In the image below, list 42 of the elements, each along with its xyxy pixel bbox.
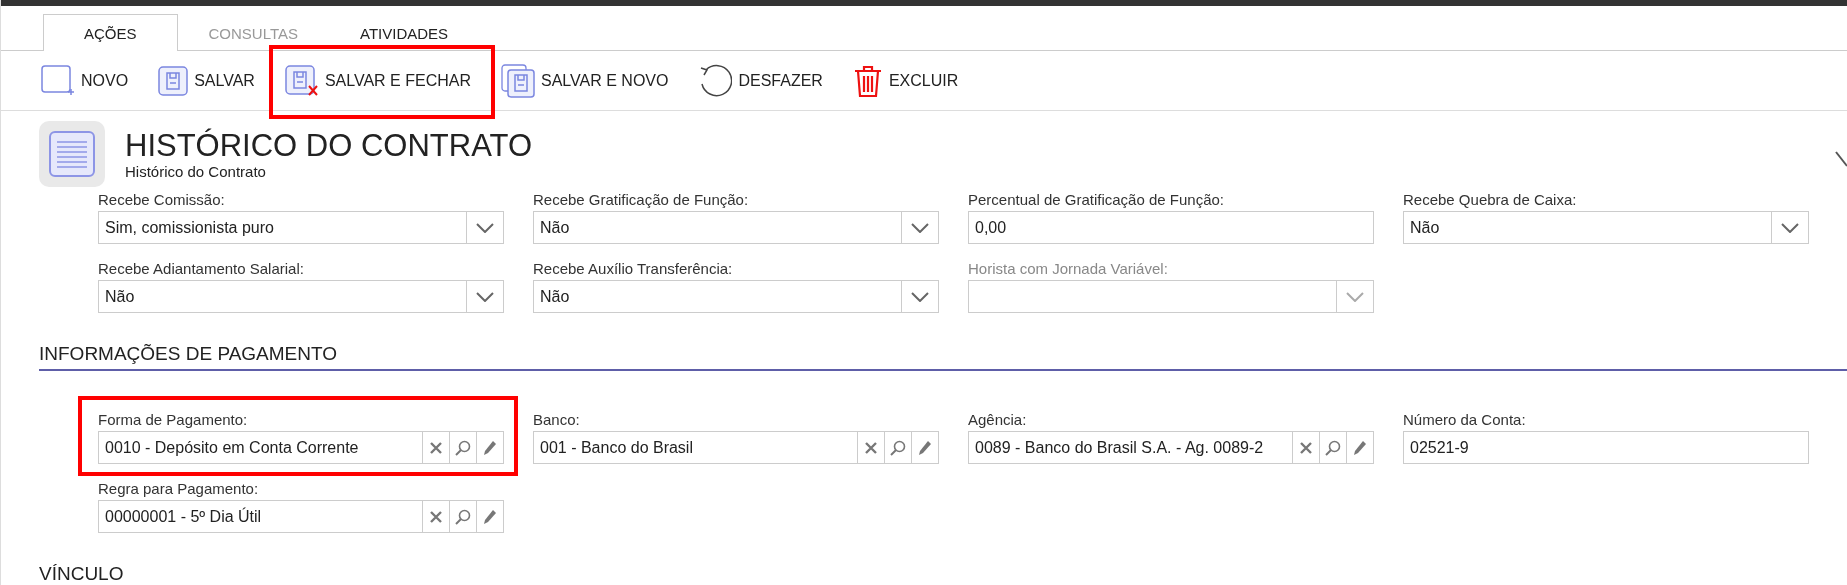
page-title: HISTÓRICO DO CONTRATO <box>125 128 533 163</box>
section-title: INFORMAÇÕES DE PAGAMENTO <box>39 343 1847 371</box>
toolbar-button[interactable]: DESFAZER <box>698 59 835 102</box>
input-field[interactable]: Não <box>98 280 504 313</box>
input-field[interactable]: Não <box>533 211 939 244</box>
field-label: Recebe Quebra de Caixa: <box>1403 191 1578 208</box>
field-label: Recebe Comissão: <box>98 191 226 208</box>
tab[interactable]: AÇÕES <box>43 14 178 51</box>
new-document-icon <box>41 64 75 97</box>
field-label: Agência: <box>968 411 1028 428</box>
undo-arrow-icon <box>698 63 733 98</box>
floppy-disk-cross-icon <box>284 64 319 97</box>
toolbar-button[interactable]: EXCLUIR <box>852 59 971 102</box>
field-label: Recebe Adiantamento Salarial: <box>98 260 305 277</box>
trash-can-icon <box>852 63 883 98</box>
input-field[interactable]: Não <box>1403 211 1809 244</box>
field-label: Recebe Gratificação de Função: <box>533 191 750 208</box>
input-field[interactable]: 001 - Banco do Brasil <box>533 431 939 464</box>
input-field[interactable]: 0,00 <box>968 211 1374 244</box>
field-label: Banco: <box>533 411 581 428</box>
toolbar-button[interactable]: NOVO <box>41 60 141 101</box>
section-title: VÍNCULO <box>39 563 1847 585</box>
input-field[interactable] <box>968 280 1374 313</box>
stacked-floppy-disk-icon <box>501 63 535 98</box>
page-subtitle: Histórico do Contrato <box>125 162 267 180</box>
field-label: Percentual de Gratificação de Função: <box>968 191 1225 208</box>
input-field[interactable]: 02521-9 <box>1403 431 1809 464</box>
field-label: Número da Conta: <box>1403 411 1527 428</box>
field-label: Horista com Jornada Variável: <box>968 260 1169 277</box>
toolbar-button[interactable]: SALVAR E NOVO <box>501 59 681 102</box>
field-label: Regra para Pagamento: <box>98 480 260 497</box>
input-field[interactable]: Não <box>533 280 939 313</box>
toolbar-button[interactable]: SALVAR E FECHAR <box>284 60 483 101</box>
input-field[interactable]: 00000001 - 5º Dia Útil <box>98 500 504 533</box>
field-label: Forma de Pagamento: <box>98 411 249 428</box>
field-label: Recebe Auxílio Transferência: <box>533 260 734 277</box>
input-field[interactable]: Sim, comissionista puro <box>98 211 504 244</box>
tab[interactable]: ATIVIDADES <box>329 14 480 51</box>
toolbar-button[interactable]: SALVAR <box>158 61 267 100</box>
input-field[interactable]: 0089 - Banco do Brasil S.A. - Ag. 0089-2 <box>968 431 1374 464</box>
input-field[interactable]: 0010 - Depósito em Conta Corrente <box>98 431 504 464</box>
document-lines-icon <box>39 121 105 187</box>
